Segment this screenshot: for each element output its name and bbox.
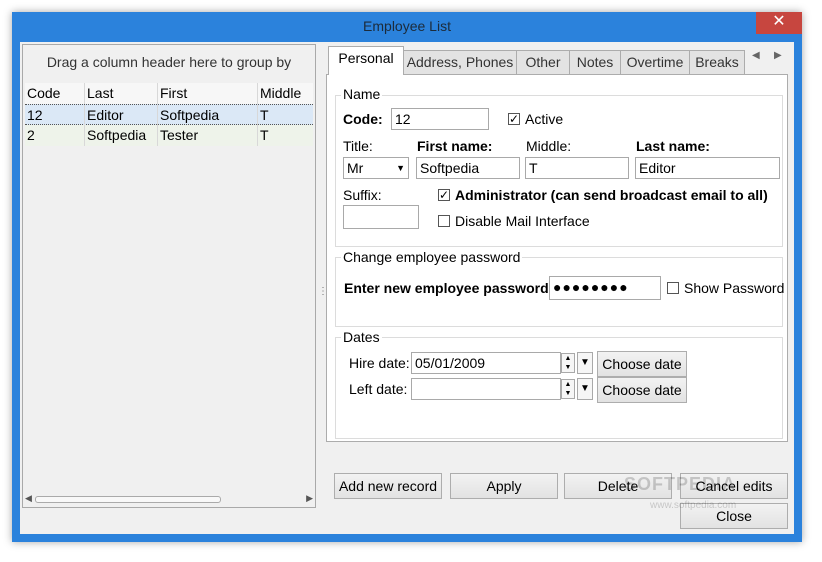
tab-scroll-left-icon[interactable]: ◀ [752,50,760,61]
grid-header-row: Code Last First Middle [25,83,313,105]
column-header-code[interactable]: Code [25,83,85,104]
title-select-value: Mr [347,160,364,176]
window-client: Drag a column header here to group by co… [20,42,794,534]
cell-first: Softpedia [158,105,258,126]
last-name-label: Last name: [636,138,710,154]
tab-breaks[interactable]: Breaks [689,50,745,74]
left-date-label: Left date: [349,381,408,397]
scroll-left-icon[interactable]: ◀ [25,493,32,504]
left-choose-date-button[interactable]: Choose date [597,377,687,403]
last-name-field[interactable]: Editor [635,157,780,179]
tab-address-phones[interactable]: Address, Phones [403,50,517,74]
cell-middle: T [260,127,269,143]
softpedia-watermark: SOFTPEDIA [624,474,737,494]
horizontal-scrollbar[interactable]: ◀ ▶ [25,493,313,505]
group-by-area[interactable]: Drag a column header here to group by co… [23,45,315,104]
dates-group-title: Dates [341,329,382,345]
disable-mail-label: Disable Mail Interface [455,213,590,229]
tab-page-personal: Name Code: 12 ✓ Active Title: Mr ▼ First… [326,74,788,442]
administrator-checkbox[interactable]: ✓ [438,189,450,201]
middle-name-field[interactable]: T [525,157,629,179]
column-header-first[interactable]: First [158,83,258,104]
administrator-label: Administrator (can send broadcast email … [455,187,768,203]
show-password-label: Show Password [684,280,785,296]
show-password-checkbox[interactable] [667,282,679,294]
active-checkbox[interactable]: ✓ [508,113,520,125]
cell-code: 2 [25,125,85,146]
password-group-title: Change employee password [341,249,523,265]
middle-name-label: Middle: [526,138,572,154]
tab-notes[interactable]: Notes [569,50,621,74]
column-header-middle[interactable]: Middle [258,83,313,104]
name-group-title: Name [341,86,383,102]
left-date-field[interactable] [411,378,561,400]
scrollbar-thumb[interactable] [35,496,221,503]
suffix-field[interactable] [343,205,419,229]
tab-strip: Personal Address, Phones Other Notes Ove… [328,46,788,75]
left-date-spinner[interactable]: ▲ ▼ [561,379,575,399]
left-date-dropdown-icon[interactable]: ▼ [577,378,593,400]
cell-last: Editor [85,105,158,126]
password-field[interactable]: ●●●●●●●● [549,276,661,300]
chevron-down-icon: ▼ [396,163,405,173]
code-field[interactable]: 12 [391,108,489,130]
employee-grid-panel: Drag a column header here to group by co… [22,44,316,508]
cell-last: Softpedia [85,125,158,146]
table-row[interactable]: 12 Editor Softpedia T [25,104,313,126]
table-row[interactable]: 2 Softpedia Tester T [25,125,313,146]
tab-personal[interactable]: Personal [328,46,404,75]
cell-middle: T [260,107,269,123]
hire-date-label: Hire date: [349,355,410,371]
first-name-label: First name: [417,138,493,154]
hire-date-spinner[interactable]: ▲ ▼ [561,353,575,373]
title-label: Title: [343,138,373,154]
cell-first: Tester [158,125,258,146]
tab-overtime[interactable]: Overtime [620,50,690,74]
window-title: Employee List [363,18,451,34]
hire-choose-date-button[interactable]: Choose date [597,351,687,377]
title-bar: Employee List ✕ [12,12,802,42]
softpedia-url-watermark: www.softpedia.com [650,500,737,511]
panel-splitter-icon[interactable]: ⋮ [318,287,328,297]
hire-date-dropdown-icon[interactable]: ▼ [577,352,593,374]
password-label: Enter new employee password: [344,280,554,296]
apply-button[interactable]: Apply [450,473,558,499]
suffix-label: Suffix: [343,187,382,203]
first-name-field[interactable]: Softpedia [416,157,520,179]
cell-code: 12 [25,105,85,126]
employee-list-window: Employee List ✕ Drag a column header her… [12,12,802,542]
add-new-record-button[interactable]: Add new record [334,473,442,499]
active-label: Active [525,111,564,127]
tab-scroll-right-icon[interactable]: ▶ [774,50,782,61]
close-window-button[interactable]: ✕ [756,12,802,34]
column-header-last[interactable]: Last [85,83,158,104]
disable-mail-checkbox[interactable] [438,215,450,227]
tab-other[interactable]: Other [516,50,570,74]
code-label: Code: [343,111,383,127]
title-select[interactable]: Mr ▼ [343,157,409,179]
hire-date-field[interactable]: 05/01/2009 [411,352,561,374]
scroll-right-icon[interactable]: ▶ [306,493,313,504]
